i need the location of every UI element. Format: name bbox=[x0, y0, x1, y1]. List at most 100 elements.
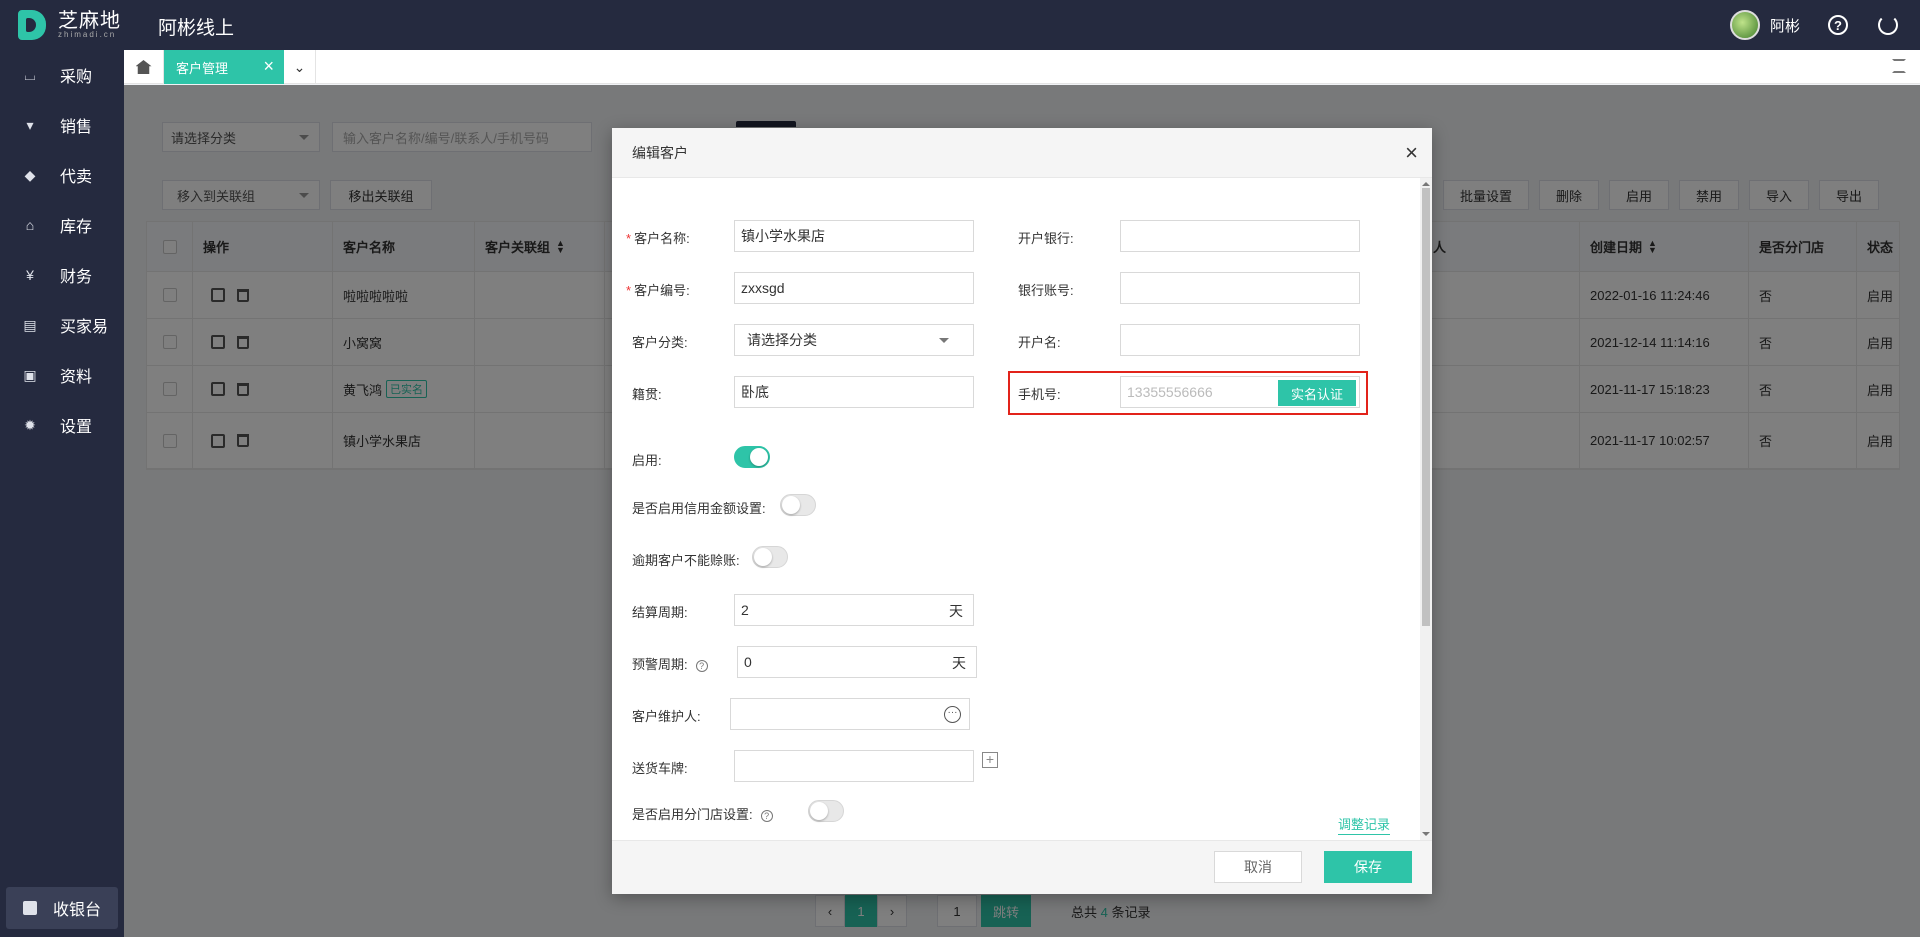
logo-mark-icon bbox=[18, 10, 46, 40]
branch-label: 是否启用分门店设置:? bbox=[632, 804, 773, 823]
overdue-label: 逾期客户不能赊账: bbox=[632, 553, 740, 568]
overdue-toggle[interactable] bbox=[752, 546, 788, 568]
keeper-field[interactable]: ··· bbox=[730, 698, 970, 730]
cancel-button[interactable]: 取消 bbox=[1214, 851, 1302, 883]
phone-label: 手机号: bbox=[1018, 387, 1061, 402]
scroll-down-icon[interactable] bbox=[1422, 832, 1430, 840]
holder-field[interactable] bbox=[1120, 324, 1360, 356]
dialog-footer: 取消 保存 bbox=[612, 840, 1432, 894]
warn-unit: 天 bbox=[952, 655, 966, 671]
help-icon[interactable]: ? bbox=[1828, 15, 1848, 35]
sidebar-item-purchase[interactable]: ⌴ 采购 bbox=[0, 50, 124, 100]
verify-button[interactable]: 实名认证 bbox=[1278, 380, 1356, 406]
sidebar-item-consign[interactable]: ◆ 代卖 bbox=[0, 150, 124, 200]
sidebar-item-label: 库存 bbox=[60, 219, 93, 236]
store-icon: ▤ bbox=[23, 317, 37, 333]
credit-toggle[interactable] bbox=[780, 494, 816, 516]
sidebar-item-label: 设置 bbox=[60, 419, 93, 436]
keeper-label: 客户维护人: bbox=[632, 709, 701, 724]
sidebar-item-label: 代卖 bbox=[60, 169, 93, 186]
branch-toggle[interactable] bbox=[808, 800, 844, 822]
help-icon[interactable]: ? bbox=[760, 809, 773, 822]
sidebar-item-buyer[interactable]: ▤ 买家易 bbox=[0, 300, 124, 350]
dialog-header: 编辑客户 × bbox=[612, 128, 1432, 178]
sidebar-item-finance[interactable]: ¥ 财务 bbox=[0, 250, 124, 300]
sidebar-item-settings[interactable]: ✹ 设置 bbox=[0, 400, 124, 450]
chevron-down-icon: ⌄ bbox=[293, 58, 306, 75]
sidebar-item-label: 财务 bbox=[60, 269, 93, 286]
shop-title: 阿彬线上 bbox=[158, 18, 235, 39]
credit-label: 是否启用信用金额设置: bbox=[632, 501, 766, 516]
bank-label: 开户银行: bbox=[1018, 231, 1074, 246]
adjust-record-link[interactable]: 调整记录 bbox=[1338, 814, 1391, 835]
warn-label: 预警周期:? bbox=[632, 654, 708, 673]
tab-dropdown[interactable]: ⌄ bbox=[284, 50, 316, 84]
category-select[interactable]: 请选择分类 bbox=[734, 324, 974, 356]
phone-field[interactable]: 13355556666 实名认证 bbox=[1120, 376, 1360, 408]
home-icon bbox=[135, 60, 152, 74]
account-field[interactable] bbox=[1120, 272, 1360, 304]
printer-icon: ▣ bbox=[23, 367, 37, 383]
avatar[interactable] bbox=[1729, 10, 1760, 40]
app-logo[interactable]: 芝麻地 zhimadi.cn bbox=[18, 10, 121, 40]
bank-field[interactable] bbox=[1120, 220, 1360, 252]
basket-icon: ⌴ bbox=[24, 67, 36, 83]
scroll-up-icon[interactable] bbox=[1422, 178, 1430, 186]
origin-field[interactable]: 卧底 bbox=[734, 376, 974, 408]
edit-customer-dialog: 编辑客户 × * 客户名称: 镇小学水果店 * 客户编号: zxxsgd 客户分类:… bbox=[612, 128, 1432, 894]
sidebar-item-label: 销售 bbox=[60, 119, 93, 136]
cart-icon: ▾ bbox=[26, 117, 34, 133]
category-select-value: 请选择分类 bbox=[747, 332, 817, 348]
cashier-icon bbox=[22, 901, 37, 915]
gear-icon: ✹ bbox=[24, 417, 36, 433]
name-field[interactable]: 镇小学水果店 bbox=[734, 220, 974, 252]
more-icon[interactable]: ··· bbox=[944, 706, 961, 723]
category-label: 客户分类: bbox=[632, 335, 688, 350]
caret-down-icon bbox=[939, 338, 949, 348]
tab-customer-management[interactable]: 客户管理 × bbox=[164, 50, 284, 84]
top-bar: 芝麻地 zhimadi.cn 阿彬线上 阿彬 ? bbox=[0, 0, 1920, 50]
close-icon[interactable]: × bbox=[263, 56, 274, 77]
enable-toggle[interactable] bbox=[734, 446, 770, 468]
plate-field[interactable] bbox=[734, 750, 974, 782]
sidebar-item-label: 采购 bbox=[60, 69, 93, 86]
save-button[interactable]: 保存 bbox=[1324, 851, 1412, 883]
settle-unit: 天 bbox=[949, 603, 963, 619]
fullscreen-icon[interactable] bbox=[1892, 59, 1906, 73]
help-icon[interactable]: ? bbox=[695, 659, 708, 672]
warehouse-icon: ⌂ bbox=[25, 217, 35, 233]
logo-subtext: zhimadi.cn bbox=[58, 30, 117, 39]
sidebar-item-inventory[interactable]: ⌂ 库存 bbox=[0, 200, 124, 250]
tag-icon: ◆ bbox=[24, 167, 36, 183]
enable-label: 启用: bbox=[632, 453, 662, 468]
plate-label: 送货车牌: bbox=[632, 761, 688, 776]
settle-field[interactable]: 2 天 bbox=[734, 594, 974, 626]
holder-label: 开户名: bbox=[1018, 335, 1061, 350]
settle-value: 2 bbox=[741, 602, 749, 618]
scroll-thumb[interactable] bbox=[1422, 188, 1430, 626]
cashier-label: 收银台 bbox=[52, 902, 101, 919]
warn-field[interactable]: 0 天 bbox=[737, 646, 977, 678]
code-field[interactable]: zxxsgd bbox=[734, 272, 974, 304]
close-icon[interactable]: × bbox=[1405, 140, 1418, 166]
sidebar-item-label: 资料 bbox=[60, 369, 93, 386]
warn-value: 0 bbox=[744, 654, 752, 670]
sidebar-item-data[interactable]: ▣ 资料 bbox=[0, 350, 124, 400]
tab-bar: 客户管理 × ⌄ bbox=[124, 50, 1920, 84]
phone-placeholder: 13355556666 bbox=[1127, 384, 1213, 400]
sidebar-item-sales[interactable]: ▾ 销售 bbox=[0, 100, 124, 150]
tab-label: 客户管理 bbox=[176, 60, 229, 76]
dialog-scrollbar[interactable] bbox=[1420, 178, 1432, 840]
cashier-button[interactable]: 收银台 bbox=[6, 887, 118, 929]
user-name[interactable]: 阿彬 bbox=[1770, 15, 1800, 36]
code-label: * 客户编号: bbox=[626, 283, 690, 298]
account-label: 银行账号: bbox=[1018, 283, 1074, 298]
power-icon[interactable] bbox=[1878, 15, 1898, 35]
dialog-title: 编辑客户 bbox=[632, 144, 688, 161]
yen-icon: ¥ bbox=[26, 267, 34, 283]
origin-label: 籍贯: bbox=[632, 387, 662, 402]
plus-icon[interactable]: + bbox=[982, 752, 998, 768]
dialog-body: * 客户名称: 镇小学水果店 * 客户编号: zxxsgd 客户分类: 请选择分类 … bbox=[612, 178, 1432, 840]
name-label: * 客户名称: bbox=[626, 231, 690, 246]
tab-home[interactable] bbox=[124, 50, 164, 84]
